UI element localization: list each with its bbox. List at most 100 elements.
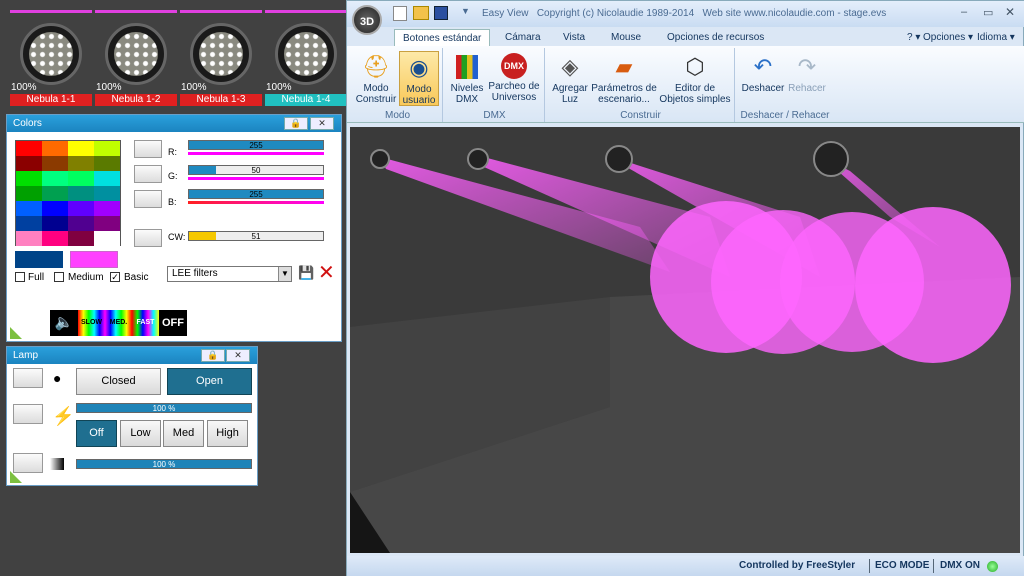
speed-med-button[interactable]: MED. [105,310,132,336]
power-off-button[interactable]: Off [76,420,117,447]
shutter-open-button[interactable]: Open [167,368,252,395]
shutter-preset-button[interactable] [13,368,43,388]
parcheo-universos-button[interactable]: DMX Parcheo de Universos [487,51,541,106]
tab-vista[interactable]: Vista [555,29,593,47]
palette-swatch[interactable] [68,216,94,231]
palette-swatch[interactable] [42,141,68,156]
palette-swatch[interactable] [16,231,42,246]
tab-camara[interactable]: Cámara [497,29,549,47]
save-icon[interactable] [434,6,448,20]
palette-swatch[interactable] [16,186,42,201]
tab-opciones-de-recursos[interactable]: Opciones de recursos [659,29,772,47]
blue-slider[interactable]: 255 [188,189,324,199]
palette-swatch[interactable] [68,186,94,201]
blue-preset-button[interactable] [134,190,162,208]
language-menu[interactable]: Idioma ▾ [969,29,1023,47]
lamp-panel-titlebar[interactable]: Lamp 🔒 ✕ [7,347,257,364]
cw-slider[interactable]: 51 [188,231,324,241]
speed-off-button[interactable]: OFF [159,310,187,336]
palette-swatch[interactable] [42,186,68,201]
new-file-icon[interactable] [393,6,407,21]
palette-swatch[interactable] [94,156,120,171]
rehacer-button[interactable]: ↷ Rehacer [787,51,827,106]
editor-objetos-simples-button[interactable]: ⬡ Editor de Objetos simples [657,51,733,106]
current-color-swatch[interactable] [15,251,63,268]
medium-checkbox[interactable] [54,272,64,282]
shutter-closed-button[interactable]: Closed [76,368,161,395]
minimize-icon[interactable]: – [961,6,967,18]
palette-swatch[interactable] [42,231,68,246]
colors-panel-titlebar[interactable]: Colors 🔒 ✕ [7,115,341,132]
red-slider[interactable]: 255 [188,140,324,150]
fixture-icon[interactable] [467,148,489,170]
palette-swatch[interactable] [68,141,94,156]
palette-swatch[interactable] [94,141,120,156]
palette-swatch[interactable] [68,171,94,186]
modo-usuario-button[interactable]: ◉ Modo usuario [399,51,439,106]
tab-mouse[interactable]: Mouse [603,29,649,47]
3d-viewport[interactable] [350,127,1020,553]
palette-swatch[interactable] [94,231,120,246]
preview-color-swatch[interactable] [70,251,118,268]
basic-checkbox[interactable]: ✓ [110,272,120,282]
cw-preset-button[interactable] [134,229,162,247]
fixture-icon[interactable] [605,145,633,173]
fixture-nebula-1-4[interactable]: 100% Nebula 1-4 [265,10,347,106]
niveles-dmx-button[interactable]: Niveles DMX [449,51,485,106]
dimmer-level-bar[interactable]: 100 % [76,459,252,469]
speed-fast-button[interactable]: FAST [132,310,159,336]
parametros-escenario-button[interactable]: ▰ Parámetros de escenario... [591,51,657,106]
filter-select[interactable]: LEE filters ▼ [167,266,292,282]
power-preset-button[interactable] [13,404,43,424]
lock-icon[interactable]: 🔒 [201,349,225,362]
resize-corner-icon[interactable] [10,327,22,339]
shutter-level-bar[interactable]: 100 % [76,403,252,413]
palette-swatch[interactable] [16,141,42,156]
green-slider[interactable]: 50 [188,165,324,175]
color-palette[interactable] [15,140,121,246]
modo-construir-button[interactable]: ⛑ Modo Construir [355,51,397,106]
full-checkbox[interactable] [15,272,25,282]
close-icon[interactable]: ✕ [226,349,250,362]
power-low-button[interactable]: Low [120,420,161,447]
dimmer-preset-button[interactable] [13,453,43,473]
palette-swatch[interactable] [94,216,120,231]
palette-swatch[interactable] [68,231,94,246]
save-icon[interactable]: 💾 [298,266,314,280]
close-window-icon[interactable]: ✕ [1005,5,1015,19]
fixture-nebula-1-2[interactable]: 100% Nebula 1-2 [95,10,177,106]
palette-swatch[interactable] [68,156,94,171]
palette-swatch[interactable] [16,216,42,231]
power-med-button[interactable]: Med [163,420,204,447]
palette-swatch[interactable] [42,216,68,231]
palette-swatch[interactable] [42,171,68,186]
palette-swatch[interactable] [16,171,42,186]
red-preset-button[interactable] [134,140,162,158]
palette-swatch[interactable] [94,186,120,201]
fixture-nebula-1-1[interactable]: 100% Nebula 1-1 [10,10,92,106]
open-folder-icon[interactable] [413,6,429,20]
green-preset-button[interactable] [134,165,162,183]
close-icon[interactable]: ✕ [310,117,334,130]
palette-swatch[interactable] [16,156,42,171]
palette-swatch[interactable] [68,201,94,216]
palette-swatch[interactable] [42,201,68,216]
palette-swatch[interactable] [94,171,120,186]
fixture-nebula-1-3[interactable]: 100% Nebula 1-3 [180,10,262,106]
quick-access-chevron-icon[interactable]: ▼ [461,6,470,16]
speaker-icon[interactable]: 🔈 [50,310,78,336]
lock-icon[interactable]: 🔒 [284,117,308,130]
palette-swatch[interactable] [42,156,68,171]
speed-slow-button[interactable]: SLOW [78,310,105,336]
fixture-icon[interactable] [813,141,849,177]
chevron-down-icon[interactable]: ▼ [278,267,291,281]
agregar-luz-button[interactable]: ◈ Agregar Luz [549,51,591,106]
fixture-icon[interactable] [370,149,390,169]
palette-swatch[interactable] [16,201,42,216]
palette-swatch[interactable] [94,201,120,216]
tab-botones-estandar[interactable]: Botones estándar [394,29,491,47]
maximize-icon[interactable]: ▭ [983,6,993,19]
power-high-button[interactable]: High [207,420,248,447]
delete-icon[interactable]: ✕ [318,263,338,283]
resize-corner-icon[interactable] [10,471,22,483]
